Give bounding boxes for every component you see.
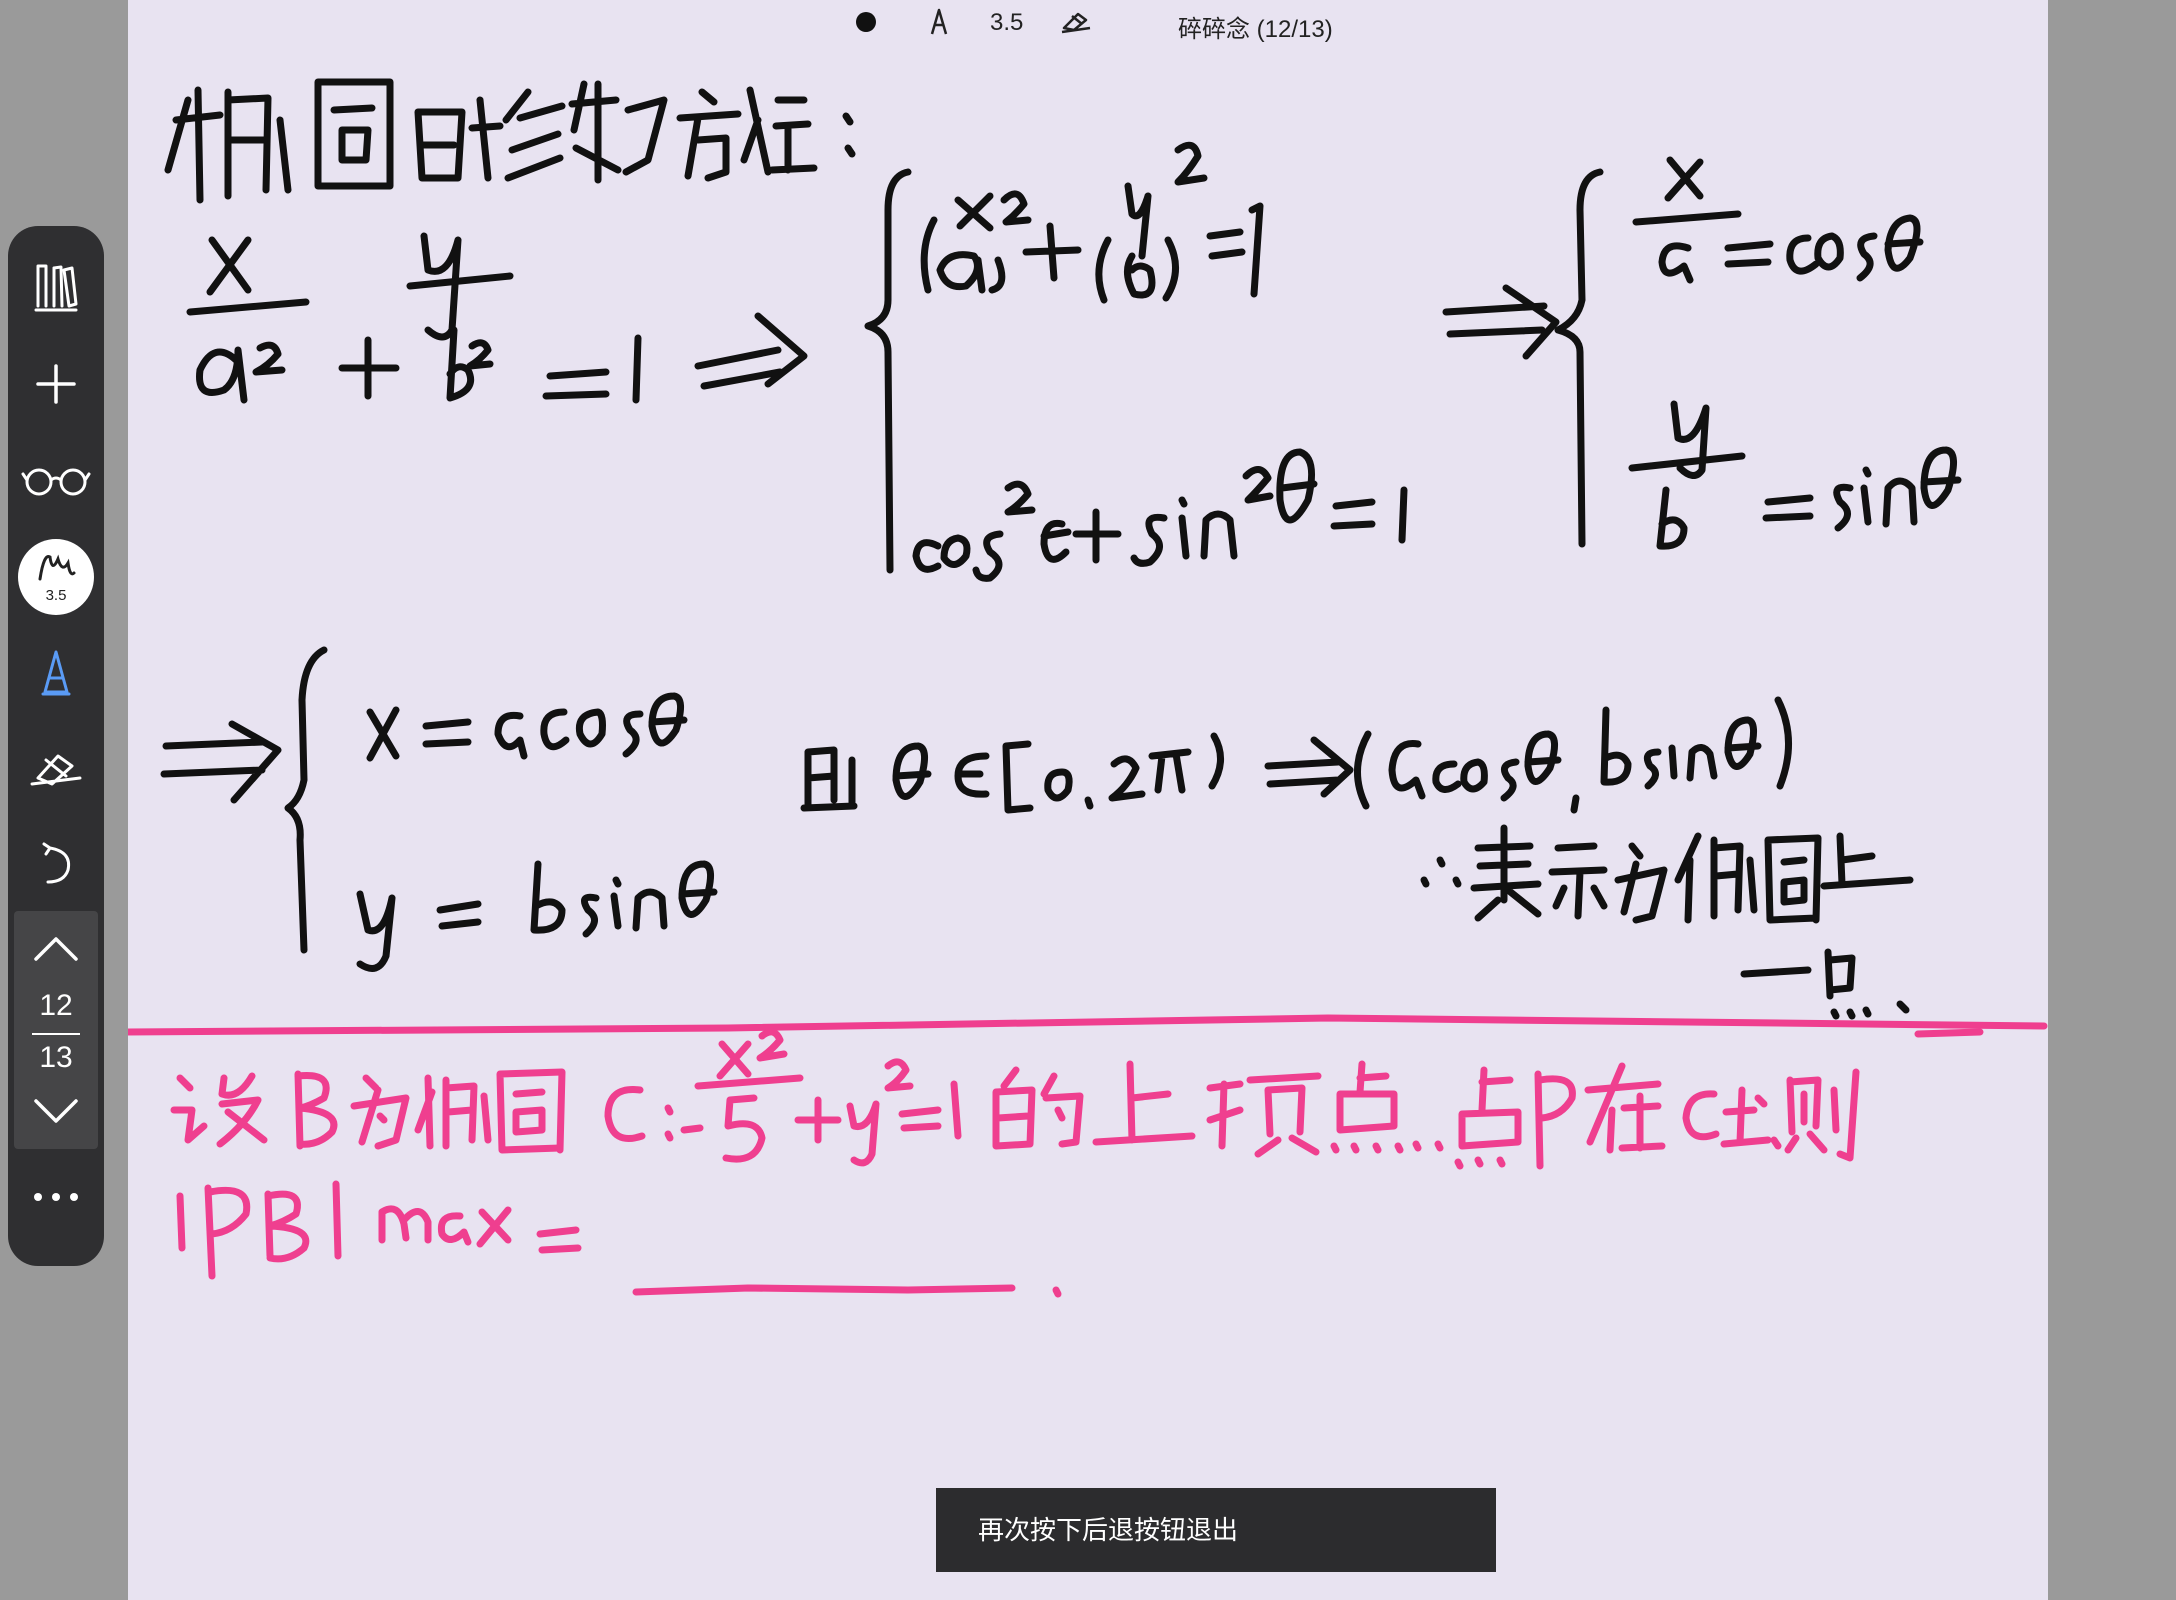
notebooks-icon[interactable] [8,248,104,328]
brush-icon[interactable]: 3.5 [18,539,94,615]
handwritten-ink-canvas [128,78,2048,1298]
ink-system-cos-sin [1442,156,1962,550]
ink-divider [128,1014,2048,1038]
eraser-icon[interactable] [1058,6,1094,43]
more-dot [70,1193,78,1201]
ink-question [170,1028,1860,1298]
eraser-icon[interactable] [8,728,104,808]
glasses-icon[interactable] [8,440,104,520]
ink-conclusion [1420,824,1914,1020]
ink-theta-range [800,696,1792,814]
add-icon[interactable] [8,344,104,424]
pen-size-label[interactable]: 3.5 [990,9,1023,37]
chevron-up-icon[interactable] [34,935,78,963]
ink-parametric-result [160,646,718,972]
pen-icon[interactable] [8,632,104,712]
more-dot [34,1193,42,1201]
more-dot [52,1193,60,1201]
brush-size-label: 3.5 [45,587,67,604]
left-toolbar: 3.5 12 13 [8,226,104,1266]
more-icon[interactable] [8,1172,104,1222]
note-page[interactable]: 3.5 碎碎念 (12/13) 再次按下后退按钮退出 [128,0,2048,1600]
document-title: 碎碎念 (12/13) [1178,16,1333,43]
pen-color-dot[interactable] [856,12,876,32]
ink-heading [164,78,856,204]
ink-system-squared [864,141,1408,582]
undo-icon[interactable] [8,824,104,904]
total-pages: 13 [39,1041,73,1074]
chevron-down-icon[interactable] [34,1097,78,1125]
pen-icon[interactable] [928,6,950,45]
page-navigator: 12 13 [14,911,98,1149]
exit-toast: 再次按下后退按钮退出 [936,1488,1496,1572]
status-bar: 3.5 碎碎念 (12/13) [128,0,2048,44]
page-separator [32,1033,80,1035]
current-page: 12 [39,989,73,1022]
ink-equation-ellipse [186,232,808,404]
